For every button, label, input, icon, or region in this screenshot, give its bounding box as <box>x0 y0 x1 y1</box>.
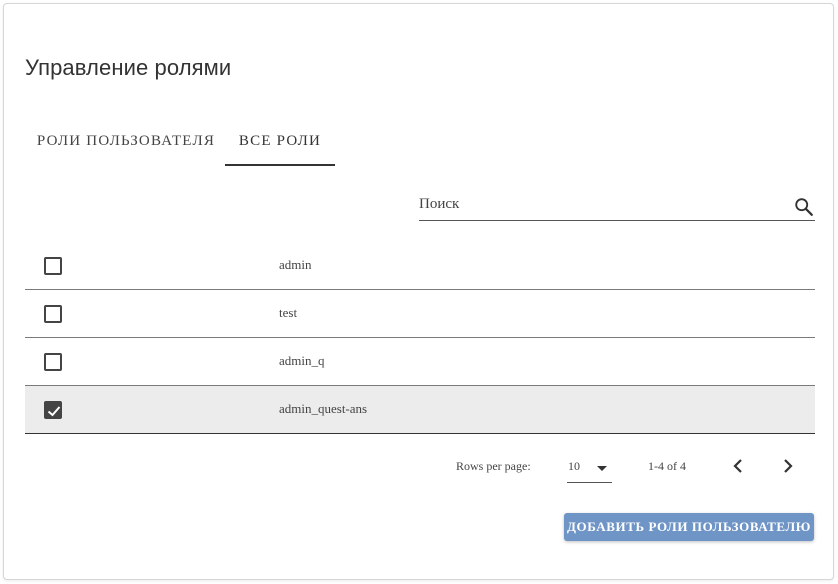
role-name: admin_q <box>279 353 325 368</box>
pagination-range: 1-4 of 4 <box>648 459 686 473</box>
dropdown-arrow-icon <box>597 466 607 471</box>
row-checkbox[interactable] <box>44 353 62 371</box>
page-title: Управление ролями <box>25 55 232 80</box>
roles-table: admin test admin_q admin_quest-ans <box>25 242 815 434</box>
role-name: admin <box>279 257 312 272</box>
role-name: admin_quest-ans <box>279 401 368 416</box>
add-user-roles-button[interactable]: ДОБАВИТЬ РОЛИ ПОЛЬЗОВАТЕЛЮ <box>564 513 814 541</box>
row-checkbox-checked[interactable] <box>44 401 62 419</box>
chevron-right-icon[interactable] <box>776 454 800 478</box>
tab-all-roles-label: ВСЕ РОЛИ <box>238 132 322 149</box>
row-checkbox[interactable] <box>44 257 62 275</box>
row-checkbox[interactable] <box>44 305 62 323</box>
role-name: test <box>279 305 298 320</box>
table-row[interactable]: admin_q <box>25 338 815 386</box>
search-input[interactable] <box>419 190 779 218</box>
role-management-dialog: Управление ролями РОЛИ ПОЛЬЗОВАТЕЛЯ ВСЕ … <box>3 3 834 580</box>
rows-per-page-value: 10 <box>568 459 580 473</box>
tab-user-roles-label: РОЛИ ПОЛЬЗОВАТЕЛЯ <box>36 132 216 149</box>
rows-per-page-label: Rows per page: <box>456 459 531 473</box>
rows-per-page-select[interactable]: 10 <box>567 452 612 483</box>
table-row[interactable]: admin <box>25 242 815 290</box>
table-row-selected[interactable]: admin_quest-ans <box>25 386 815 434</box>
active-tab-indicator <box>225 164 335 166</box>
chevron-left-icon[interactable] <box>726 454 750 478</box>
tab-all-roles[interactable]: ВСЕ РОЛИ <box>225 116 335 166</box>
search-field[interactable] <box>419 190 815 221</box>
checkmark-icon <box>47 406 61 417</box>
tab-user-roles[interactable]: РОЛИ ПОЛЬЗОВАТЕЛЯ <box>25 116 227 166</box>
search-icon[interactable] <box>793 196 815 218</box>
table-row[interactable]: test <box>25 290 815 338</box>
